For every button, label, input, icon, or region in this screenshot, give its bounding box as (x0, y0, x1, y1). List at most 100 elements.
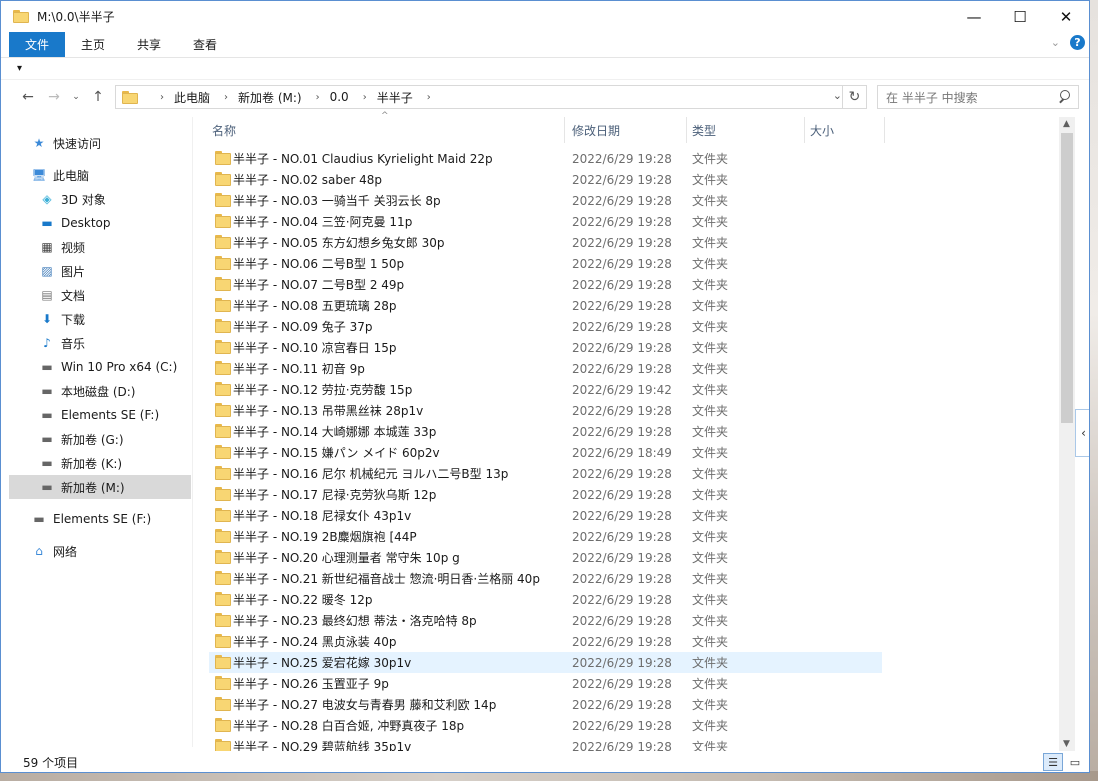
tab-share[interactable]: 共享 (121, 32, 177, 57)
sidebar-item[interactable]: ▨ 图片 (9, 259, 191, 283)
forward-button[interactable]: → (41, 89, 67, 105)
download-icon: ⬇ (41, 312, 53, 326)
table-row[interactable]: 半半子 - NO.25 爱宕花嫁 30p1v 2022/6/29 19:28 文件夹 (209, 652, 882, 673)
folder-icon (215, 151, 231, 165)
sidebar-item[interactable]: ★ 快速访问 (9, 131, 191, 155)
table-row[interactable]: 半半子 - NO.12 劳拉·克劳馥 15p 2022/6/29 19:42 文件夹 (209, 379, 882, 400)
sidebar-item[interactable]: ▬ 新加卷 (M:) (9, 475, 191, 499)
sidebar-item-label: 此电脑 (53, 168, 90, 183)
chevron-right-icon[interactable]: › (363, 92, 367, 103)
table-row[interactable]: 半半子 - NO.28 白百合姬, 冲野真夜子 18p 2022/6/29 19:… (209, 715, 882, 736)
chevron-right-icon[interactable]: › (316, 92, 320, 103)
table-row[interactable]: 半半子 - NO.05 东方幻想乡兔女郎 30p 2022/6/29 19:28 文… (209, 232, 882, 253)
explorer-window: M:\0.0\半半子 — ☐ ✕ 文件 主页 共享 查看 ⌄ ? ▾ ← → ⌄… (0, 0, 1090, 773)
sidebar-item[interactable]: ▬ Win 10 Pro x64 (C:) (9, 355, 191, 379)
table-row[interactable]: 半半子 - NO.18 尼禄女仆 43p1v 2022/6/29 19:28 文件夹 (209, 505, 882, 526)
sidebar-item[interactable]: ▬ Desktop (9, 211, 191, 235)
table-row[interactable]: 半半子 - NO.27 电波女与青春男 藤和艾利欧 14p 2022/6/29 1… (209, 694, 882, 715)
scroll-up-icon[interactable]: ▲ (1063, 119, 1070, 129)
table-row[interactable]: 半半子 - NO.10 凉宫春日 15p 2022/6/29 19:28 文件夹 (209, 337, 882, 358)
maximize-button[interactable]: ☐ (997, 1, 1043, 32)
sidebar-item[interactable]: ⌂ 网络 (9, 539, 191, 563)
breadcrumb-folder-00[interactable]: 0.0 (330, 90, 349, 104)
sidebar-item-label: 新加卷 (K:) (61, 456, 123, 471)
tab-home[interactable]: 主页 (65, 32, 121, 57)
help-icon[interactable]: ? (1070, 35, 1085, 50)
chevron-right-icon[interactable]: › (160, 92, 164, 103)
preview-pane-toggle[interactable]: ‹ (1075, 409, 1089, 457)
breadcrumb-drive-m[interactable]: 新加卷 (M:) (238, 89, 302, 106)
column-header-type[interactable]: 类型 (687, 117, 805, 143)
address-bar[interactable]: › 此电脑 › 新加卷 (M:) › 0.0 › 半半子 › ⌄ ↻ (115, 85, 867, 109)
chevron-right-icon[interactable]: › (224, 92, 228, 103)
table-row[interactable]: 半半子 - NO.06 二号B型 1 50p 2022/6/29 19:28 文件夹 (209, 253, 882, 274)
details-view-icon[interactable]: ☰ (1043, 753, 1063, 771)
scroll-down-icon[interactable]: ▼ (1063, 739, 1070, 749)
table-row[interactable]: 半半子 - NO.26 玉置亚子 9p 2022/6/29 19:28 文件夹 (209, 673, 882, 694)
table-row[interactable]: 半半子 - NO.14 大崎娜娜 本城莲 33p 2022/6/29 19:28 文… (209, 421, 882, 442)
sidebar-item[interactable]: ▬ 新加卷 (K:) (9, 451, 191, 475)
large-icons-view-icon[interactable]: ▭ (1065, 753, 1085, 771)
sidebar-item[interactable]: ▬ Elements SE (F:) (9, 507, 191, 531)
scrollbar-thumb[interactable] (1061, 133, 1073, 423)
table-row[interactable]: 半半子 - NO.02 saber 48p 2022/6/29 19:28 文件夹 (209, 169, 882, 190)
table-row[interactable]: 半半子 - NO.17 尼禄·克劳狄乌斯 12p 2022/6/29 19:28 文… (209, 484, 882, 505)
back-button[interactable]: ← (15, 89, 41, 105)
table-row[interactable]: 半半子 - NO.23 最终幻想 蒂法・洛克哈特 8p 2022/6/29 19:… (209, 610, 882, 631)
chevron-right-icon[interactable]: › (427, 92, 431, 103)
table-row[interactable]: 半半子 - NO.21 新世纪福音战士 惣流·明日香·兰格丽 40p 2022/6… (209, 568, 882, 589)
table-row[interactable]: 半半子 - NO.24 黑贞泳装 40p 2022/6/29 19:28 文件夹 (209, 631, 882, 652)
sidebar-item[interactable]: ⬇ 下载 (9, 307, 191, 331)
chevron-down-icon[interactable]: ⌄ (833, 89, 842, 102)
sidebar-item[interactable]: 🖥 此电脑 (9, 163, 191, 187)
close-button[interactable]: ✕ (1043, 1, 1089, 32)
table-row[interactable]: 半半子 - NO.11 初音 9p 2022/6/29 19:28 文件夹 (209, 358, 882, 379)
tab-file[interactable]: 文件 (9, 32, 66, 57)
file-type: 文件夹 (692, 488, 729, 502)
status-bar: 59 个项目 ☰ ▭ (1, 751, 1089, 772)
file-name: 半半子 - NO.29 碧蓝航线 35p1v (233, 740, 412, 751)
title-bar[interactable]: M:\0.0\半半子 — ☐ ✕ (1, 1, 1089, 32)
table-row[interactable]: 半半子 - NO.03 一骑当千 关羽云长 8p 2022/6/29 19:28 文… (209, 190, 882, 211)
table-row[interactable]: 半半子 - NO.01 Claudius Kyrielight Maid 22p… (209, 148, 882, 169)
table-row[interactable]: 半半子 - NO.19 2B麋烟旗袍 [44P 2022/6/29 19:28 文件… (209, 526, 882, 547)
file-date: 2022/6/29 19:28 (572, 487, 672, 502)
table-row[interactable]: 半半子 - NO.16 尼尔 机械纪元 ヨルハ二号B型 13p 2022/6/29… (209, 463, 882, 484)
folder-icon (215, 361, 231, 375)
up-button[interactable]: ↑ (85, 89, 111, 105)
expand-ribbon-icon[interactable]: ⌄ (1051, 36, 1060, 49)
file-name: 半半子 - NO.28 白百合姬, 冲野真夜子 18p (233, 719, 465, 733)
recent-locations-button[interactable]: ⌄ (67, 92, 85, 102)
breadcrumb-this-pc[interactable]: 此电脑 (174, 89, 210, 106)
search-icon[interactable] (1058, 90, 1070, 102)
table-row[interactable]: 半半子 - NO.04 三笠·阿克曼 11p 2022/6/29 19:28 文件夹 (209, 211, 882, 232)
column-header-date[interactable]: 修改日期 (567, 117, 687, 143)
sidebar-item[interactable]: ▬ 新加卷 (G:) (9, 427, 191, 451)
table-row[interactable]: 半半子 - NO.07 二号B型 2 49p 2022/6/29 19:28 文件夹 (209, 274, 882, 295)
sidebar-item[interactable]: ▬ Elements SE (F:) (9, 403, 191, 427)
search-box[interactable]: 在 半半子 中搜索 (877, 85, 1079, 109)
table-row[interactable]: 半半子 - NO.29 碧蓝航线 35p1v 2022/6/29 19:28 文件夹 (209, 736, 882, 751)
customize-toolbar-icon[interactable]: ▾ (17, 63, 22, 74)
table-row[interactable]: 半半子 - NO.08 五更琉璃 28p 2022/6/29 19:28 文件夹 (209, 295, 882, 316)
vertical-scrollbar[interactable]: ▲ ▼ (1059, 117, 1075, 751)
breadcrumb-current-folder[interactable]: 半半子 (377, 89, 413, 106)
sidebar-item[interactable]: ▦ 视频 (9, 235, 191, 259)
file-name: 半半子 - NO.11 初音 9p (233, 362, 365, 376)
sidebar-item[interactable]: ▬ 本地磁盘 (D:) (9, 379, 191, 403)
table-row[interactable]: 半半子 - NO.09 兔子 37p 2022/6/29 19:28 文件夹 (209, 316, 882, 337)
search-input[interactable]: 在 半半子 中搜索 (886, 89, 978, 106)
column-header-name[interactable]: 名称 ^ (207, 111, 565, 143)
table-row[interactable]: 半半子 - NO.20 心理测量者 常守朱 10p g 2022/6/29 19:… (209, 547, 882, 568)
refresh-button[interactable]: ↻ (842, 85, 866, 109)
tab-view[interactable]: 查看 (177, 32, 233, 57)
table-row[interactable]: 半半子 - NO.22 暖冬 12p 2022/6/29 19:28 文件夹 (209, 589, 882, 610)
table-row[interactable]: 半半子 - NO.13 吊带黑丝袜 28p1v 2022/6/29 19:28 文件… (209, 400, 882, 421)
sidebar-item[interactable]: ▤ 文档 (9, 283, 191, 307)
file-name: 半半子 - NO.13 吊带黑丝袜 28p1v (233, 404, 424, 418)
sidebar-item[interactable]: ◈ 3D 对象 (9, 187, 191, 211)
sidebar-item[interactable]: ♪ 音乐 (9, 331, 191, 355)
column-header-size[interactable]: 大小 (805, 117, 885, 143)
table-row[interactable]: 半半子 - NO.15 嫌パン メイド 60p2v 2022/6/29 18:49… (209, 442, 882, 463)
minimize-button[interactable]: — (951, 1, 997, 32)
